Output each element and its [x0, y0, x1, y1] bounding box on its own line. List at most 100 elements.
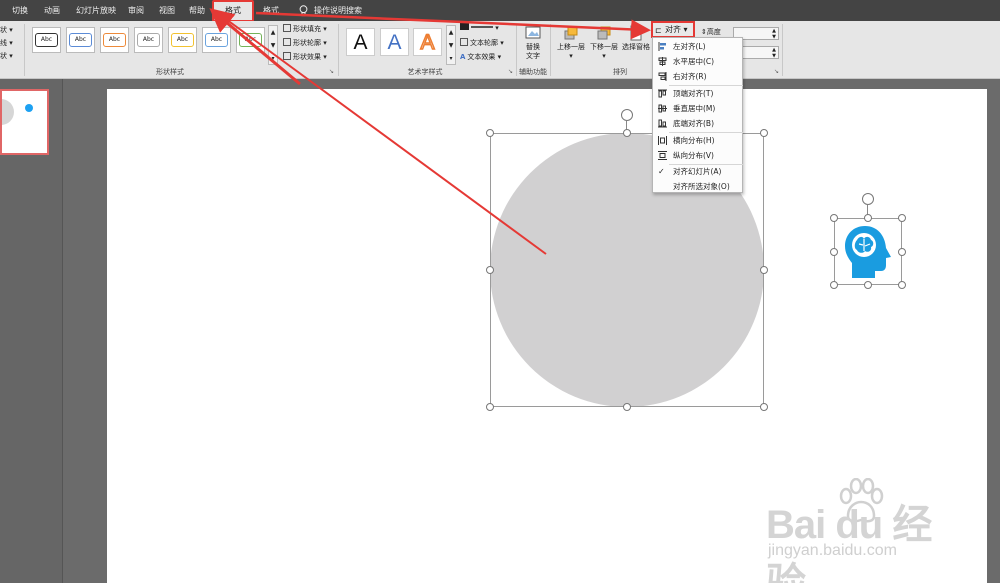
menu-item-align-center[interactable]: 水平居中(C) — [653, 54, 744, 69]
resize-handle[interactable] — [864, 281, 872, 289]
wordart-style-blue[interactable]: A — [380, 28, 409, 56]
shape-style-7[interactable]: Abc — [236, 27, 265, 53]
insert-line-fragment[interactable]: 线 ▾ — [0, 38, 13, 48]
menu-item-align-right[interactable]: 右对齐(R) — [653, 69, 744, 84]
insert-shape-fragment-2[interactable]: 状 ▾ — [0, 51, 13, 61]
menu-item-align-left[interactable]: 左对齐(L) — [653, 39, 744, 54]
pen-icon — [283, 38, 291, 46]
shape-effects-label: 形状效果 — [293, 53, 321, 61]
wordart-style-black[interactable]: A — [346, 28, 375, 56]
watermark-logo: Bai du 经验 — [766, 503, 932, 583]
tab-view[interactable]: 视图 — [153, 0, 181, 21]
alt-text-label: 替换文字 — [526, 43, 540, 60]
fragment-label: 状 — [0, 26, 7, 34]
spinner-arrows[interactable]: ▲ ▼ — [772, 47, 776, 59]
spinner-arrows[interactable]: ▲ ▼ — [772, 28, 776, 40]
bring-forward-button[interactable]: 上移一层 ▾ — [555, 25, 587, 61]
dialog-launcher-icon[interactable]: ↘ — [508, 68, 513, 75]
menu-item-align-selected-objects[interactable]: 对齐所选对象(O) — [653, 179, 744, 194]
group-label-shape-styles: 形状样式 — [156, 68, 184, 76]
paint-bucket-icon — [283, 24, 291, 32]
resize-handle[interactable] — [830, 248, 838, 256]
shape-style-3[interactable]: Abc — [100, 27, 129, 53]
send-backward-button[interactable]: 下移一层 ▾ — [588, 25, 620, 61]
style-sample: Abc — [137, 33, 160, 47]
alt-text-button[interactable]: 替换文字 — [520, 25, 546, 61]
resize-handle[interactable] — [898, 214, 906, 222]
tab-transitions[interactable]: 切换 — [6, 0, 34, 21]
shape-style-6[interactable]: Abc — [202, 27, 231, 53]
resize-handle[interactable] — [486, 129, 494, 137]
text-fill-button[interactable]: ▾ — [460, 23, 499, 32]
resize-handle[interactable] — [760, 129, 768, 137]
align-bottom-icon — [658, 119, 667, 128]
resize-handle[interactable] — [864, 214, 872, 222]
menu-item-align-top[interactable]: 顶端对齐(T) — [653, 86, 744, 101]
selection-pane-label: 选择窗格 — [622, 43, 650, 51]
head-brain-icon[interactable] — [843, 224, 893, 280]
group-label-wordart: 艺术字样式 — [407, 68, 443, 76]
dialog-launcher-icon[interactable]: ↘ — [329, 68, 334, 75]
shape-fill-button[interactable]: 形状填充 ▾ — [283, 24, 327, 34]
wordart-style-orange[interactable]: A — [413, 28, 442, 56]
tab-help[interactable]: 帮助 — [183, 0, 211, 21]
resize-handle[interactable] — [760, 403, 768, 411]
menu-item-label: 垂直居中(M) — [673, 104, 716, 113]
menu-item-align-to-slide[interactable]: ✓ 对齐幻灯片(A) — [653, 164, 744, 179]
align-right-icon — [658, 72, 667, 81]
align-center-icon — [658, 57, 667, 66]
rotate-handle-icon[interactable] — [621, 109, 633, 121]
resize-handle[interactable] — [623, 129, 631, 137]
tab-format-picture[interactable]: 格式 — [256, 0, 286, 21]
tab-slideshow[interactable]: 幻灯片放映 — [72, 0, 120, 21]
menu-item-distribute-horizontal[interactable]: 横向分布(H) — [653, 133, 744, 148]
slide-thumbnail-pane — [0, 79, 63, 583]
check-icon: ✓ — [658, 167, 665, 176]
tab-review[interactable]: 审阅 — [122, 0, 150, 21]
shape-style-scroll[interactable]: ▲ ▼ ▾ — [268, 25, 278, 65]
style-sample: Abc — [205, 33, 228, 47]
align-dropdown-menu: 左对齐(L) 水平居中(C) 右对齐(R) 顶端对齐(T) 垂直居中(M) 底端… — [652, 37, 743, 193]
shape-outline-button[interactable]: 形状轮廓 ▾ — [283, 38, 327, 48]
resize-handle[interactable] — [898, 281, 906, 289]
style-sample: Abc — [35, 33, 58, 47]
menu-item-align-bottom[interactable]: 底端对齐(B) — [653, 116, 744, 131]
resize-handle[interactable] — [760, 266, 768, 274]
thumbnail-head-icon — [25, 104, 33, 112]
slide-thumbnail[interactable] — [0, 89, 49, 155]
resize-handle[interactable] — [898, 248, 906, 256]
resize-handle[interactable] — [830, 214, 838, 222]
resize-handle[interactable] — [830, 281, 838, 289]
align-button[interactable]: ⊏ 对齐 ▾ — [651, 21, 695, 38]
insert-shape-fragment[interactable]: 状 ▾ — [0, 25, 13, 35]
text-effects-label: 文本效果 — [467, 53, 496, 61]
shape-style-5[interactable]: Abc — [168, 27, 197, 53]
shape-effects-button[interactable]: 形状效果 ▾ — [283, 52, 327, 62]
resize-handle[interactable] — [486, 266, 494, 274]
dialog-launcher-icon[interactable]: ↘ — [774, 68, 779, 75]
rotate-handle-icon[interactable] — [862, 193, 874, 205]
menu-item-label: 横向分布(H) — [673, 136, 715, 145]
tell-me-search[interactable]: 操作说明搜索 — [314, 0, 362, 21]
distribute-vertical-icon — [658, 151, 667, 160]
menu-item-distribute-vertical[interactable]: 纵向分布(V) — [653, 148, 744, 163]
shape-style-2[interactable]: Abc — [66, 27, 95, 53]
shape-style-1[interactable]: Abc — [32, 27, 61, 53]
text-effects-button[interactable]: A 文本效果 ▾ — [460, 52, 501, 62]
bring-forward-icon — [564, 26, 578, 40]
style-sample: Abc — [103, 33, 126, 47]
menu-item-label: 左对齐(L) — [673, 42, 706, 51]
selection-pane-button[interactable]: 选择窗格 — [620, 25, 652, 52]
tab-animations[interactable]: 动画 — [38, 0, 66, 21]
text-effects-icon: A — [460, 53, 466, 61]
tab-format-drawing[interactable]: 格式 — [212, 0, 254, 22]
style-sample: Abc — [239, 33, 262, 47]
menu-item-align-middle[interactable]: 垂直居中(M) — [653, 101, 744, 116]
shape-style-4[interactable]: Abc — [134, 27, 163, 53]
wordart-scroll[interactable]: ▲ ▼ ▾ — [446, 25, 456, 65]
align-middle-icon — [658, 104, 667, 113]
resize-handle[interactable] — [623, 403, 631, 411]
group-separator — [338, 24, 339, 76]
text-outline-button[interactable]: 文本轮廓 ▾ — [460, 38, 504, 48]
resize-handle[interactable] — [486, 403, 494, 411]
